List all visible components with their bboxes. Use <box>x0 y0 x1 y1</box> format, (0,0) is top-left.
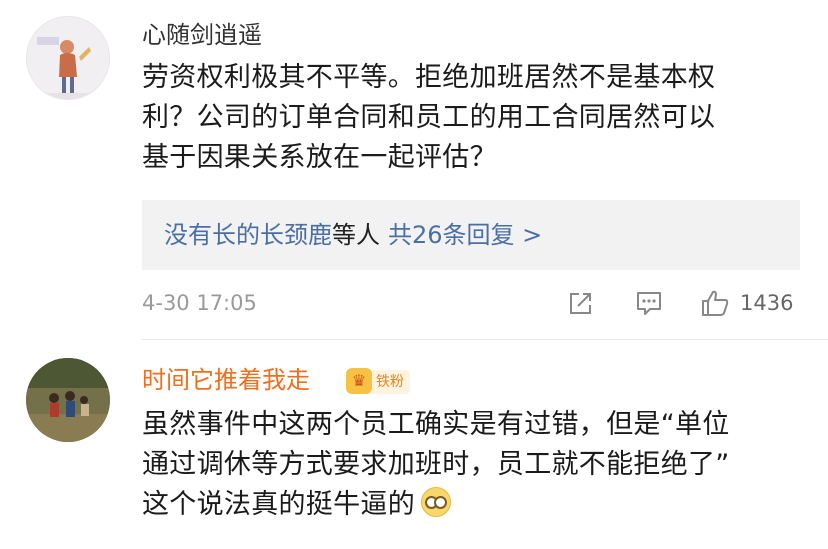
glasses-face-emoji-icon <box>421 487 451 517</box>
share-icon[interactable] <box>566 288 596 318</box>
fan-badge-label: 铁粉 <box>376 374 404 390</box>
comment-text: 劳资权利极其不平等。拒绝加班居然不是基本权 利？公司的订单合同和员工的用工合同居… <box>142 58 802 178</box>
reply-user-link[interactable]: 没有长的长颈鹿 <box>164 221 332 249</box>
comment-text-line: 基于因果关系放在一起评估？ <box>142 142 497 173</box>
comment-icon[interactable] <box>634 288 664 318</box>
comment-text-line: 劳资权利极其不平等。拒绝加班居然不是基本权 <box>142 62 716 93</box>
thumbs-up-icon[interactable] <box>700 288 730 318</box>
reply-count-link[interactable]: 共26条回复 > <box>388 221 542 249</box>
comment-text-line: 这个说法真的挺牛逼的 <box>142 485 802 525</box>
timestamp: 4-30 17:05 <box>142 291 257 315</box>
username[interactable]: 心随剑逍遥 <box>142 20 262 50</box>
avatar[interactable] <box>26 358 110 442</box>
avatar-illustration <box>27 17 109 99</box>
fan-badge-icon: ♛ <box>346 368 372 394</box>
comment-text: 虽然事件中这两个员工确实是有过错，但是“单位 通过调休等方式要求加班时，员工就不… <box>142 405 802 525</box>
comment-item: 心随剑逍遥 劳资权利极其不平等。拒绝加班居然不是基本权 利？公司的订单合同和员工… <box>0 0 828 340</box>
username[interactable]: 时间它推着我走 <box>142 365 310 395</box>
fan-badge[interactable]: ♛ 铁粉 <box>346 368 410 394</box>
comment-item: 时间它推着我走 ♛ 铁粉 虽然事件中这两个员工确实是有过错，但是“单位 通过调休… <box>0 340 828 549</box>
comment-text-fragment: 这个说法真的挺牛逼的 <box>142 489 415 520</box>
avatar-photo <box>26 358 110 442</box>
avatar[interactable] <box>26 16 110 100</box>
reply-etc-label: 等人 <box>332 221 380 249</box>
replies-preview[interactable]: 没有长的长颈鹿等人 共26条回复 > <box>142 200 800 270</box>
like-count: 1436 <box>740 291 794 315</box>
comment-text-line: 利？公司的订单合同和员工的用工合同居然可以 <box>142 102 716 133</box>
comment-text-line: 通过调休等方式要求加班时，员工就不能拒绝了” <box>142 449 730 480</box>
comment-text-line: 虽然事件中这两个员工确实是有过错，但是“单位 <box>142 409 730 440</box>
